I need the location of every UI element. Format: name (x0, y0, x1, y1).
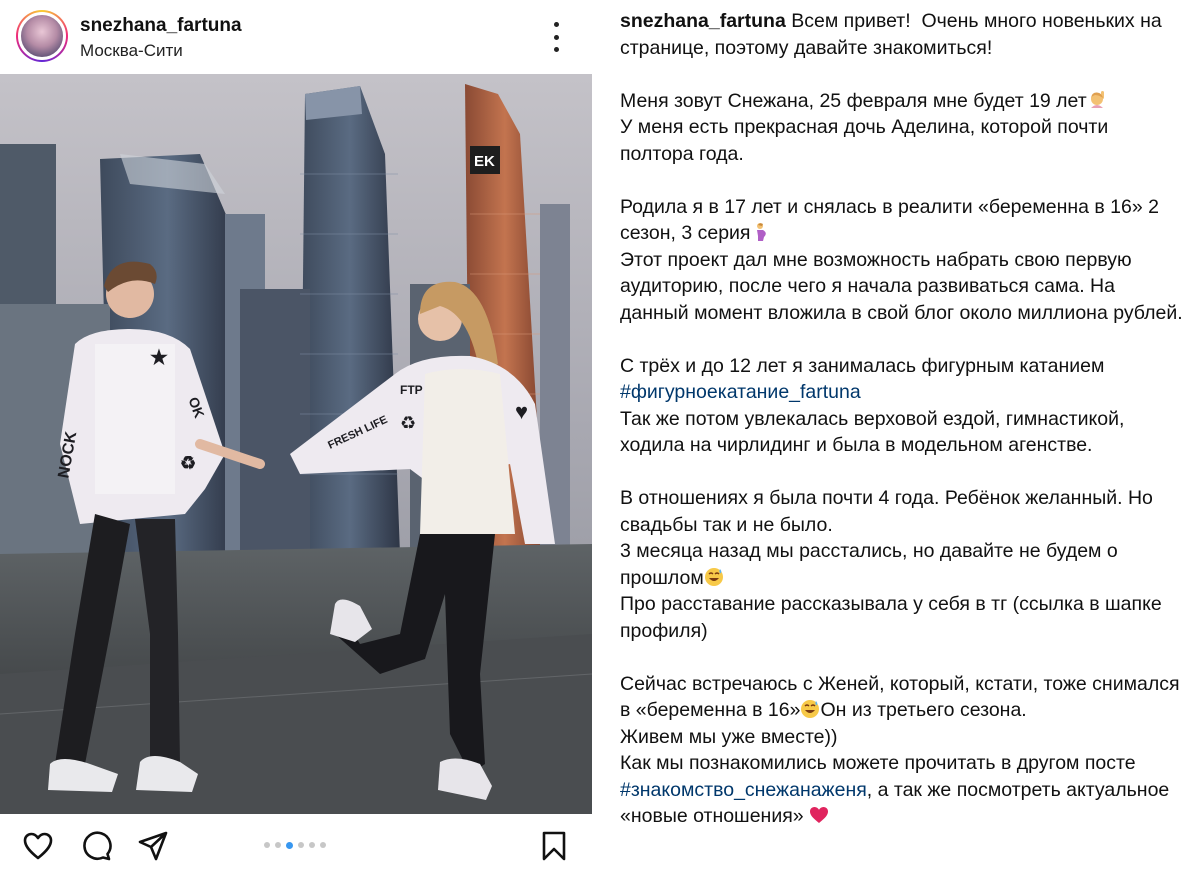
carousel-indicator (264, 841, 326, 849)
caption-paragraph: Сейчас встречаюсь с Женей, который, кста… (620, 671, 1186, 724)
caption-paragraph: snezhana_fartuna Всем привет! Очень мног… (620, 8, 1186, 61)
carousel-dot-active (286, 841, 293, 849)
svg-text:♥: ♥ (515, 399, 528, 424)
post-photo-illustration: EK ★ NOCK ♻ OK FTP ♻ ♥ FRESH LIFE (0, 74, 592, 814)
caption-text: Меня зовут Снежана, 25 февраля мне будет… (620, 89, 1087, 112)
post-location[interactable]: Москва-Сити (80, 41, 183, 61)
caption-paragraph: Меня зовут Снежана, 25 февраля мне будет… (620, 88, 1186, 115)
caption-paragraph: #знакомство_снежанаженя, а так же посмот… (620, 777, 1186, 830)
more-options-icon[interactable] (544, 22, 568, 52)
pregnant-woman-emoji-icon (756, 223, 766, 241)
caption-text: Он из третьего сезона. (820, 699, 1027, 721)
svg-text:♻: ♻ (400, 413, 416, 433)
post-actions-bar (0, 814, 592, 876)
caption-paragraph: 3 месяца назад мы расстались, но давайте… (620, 538, 1186, 591)
red-heart-emoji-icon (810, 807, 829, 823)
caption-line: В отношениях я была почти 4 года. Ребёно… (620, 487, 1159, 536)
paper-plane-icon[interactable] (137, 830, 169, 862)
sweat-smile-emoji-icon (704, 567, 723, 586)
hashtag-link[interactable]: #фигурноекатание_fartuna (620, 381, 861, 403)
sweat-smile-emoji-icon (801, 700, 820, 718)
more-options-dot (553, 22, 559, 27)
caption-line: Про расставание рассказывала у себя в тг… (620, 593, 1168, 642)
more-options-dot (553, 47, 559, 52)
svg-text:★: ★ (150, 347, 168, 369)
caption-line: Этот проект дал мне возможность набрать … (620, 248, 1183, 324)
post-header: snezhana_fartuna Москва-Сити (0, 0, 592, 74)
more-options-dot (553, 34, 559, 40)
post-username[interactable]: snezhana_fartuna (80, 15, 242, 37)
raising-hand-emoji-icon (1090, 90, 1104, 108)
avatar-story-ring[interactable] (16, 10, 68, 62)
caption-text: Родила я в 17 лет и снялась в реалити «б… (620, 195, 1165, 245)
caption-line: Живем мы уже вместе)) (620, 725, 838, 748)
caption-line: Как мы познакомились можете прочитать в … (620, 752, 1136, 774)
caption-username[interactable]: snezhana_fartuna (620, 10, 786, 32)
caption-line: Так же потом увлекалась верховой ездой, … (620, 407, 1130, 457)
heart-outline-icon[interactable] (22, 830, 54, 862)
carousel-dot (320, 842, 326, 848)
post-photo[interactable]: EK ★ NOCK ♻ OK FTP ♻ ♥ FRESH LIFE (0, 74, 592, 814)
comment-bubble-icon[interactable] (80, 830, 112, 862)
carousel-dot (275, 842, 281, 848)
carousel-dot (309, 842, 315, 848)
caption-line: У меня есть прекрасная дочь Аделина, кот… (620, 116, 1114, 165)
caption-line: С трёх и до 12 лет я занималась фигурным… (620, 354, 1105, 377)
svg-text:FTP: FTP (400, 383, 423, 397)
avatar[interactable] (18, 12, 66, 60)
carousel-dot (298, 842, 304, 848)
caption-text: 3 месяца назад мы расстались, но давайте… (620, 540, 1124, 589)
hashtag-link[interactable]: #знакомство_снежанаженя (620, 779, 867, 801)
carousel-dot (264, 842, 270, 848)
bookmark-icon[interactable] (538, 830, 570, 862)
post-caption: snezhana_fartuna Всем привет! Очень мног… (620, 8, 1186, 830)
caption-paragraph: Родила я в 17 лет и снялась в реалити «б… (620, 194, 1186, 247)
svg-text:EK: EK (474, 153, 495, 170)
post-media-column: snezhana_fartuna Москва-Сити EK ★ NOCK ♻… (0, 0, 592, 876)
svg-text:♻: ♻ (180, 453, 196, 473)
